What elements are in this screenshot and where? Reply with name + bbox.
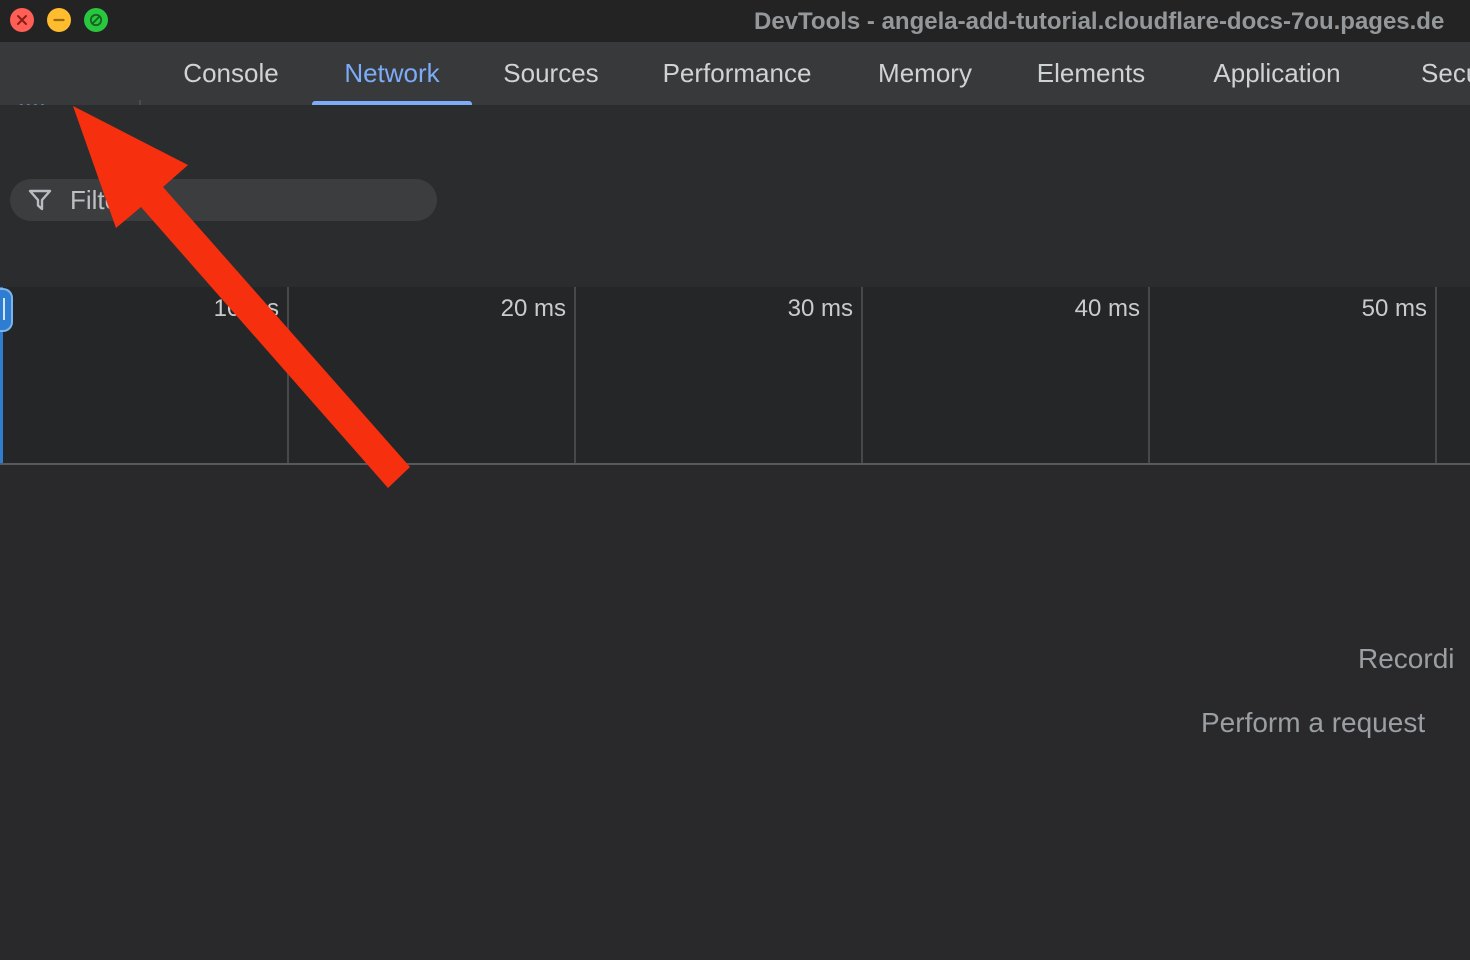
timeline-tick-label: 50 ms: [1295, 295, 1427, 323]
tab-elements[interactable]: Elements: [1008, 42, 1174, 105]
window-titlebar: DevTools - angela-add-tutorial.cloudflar…: [0, 0, 1470, 43]
devtools-tabbar: Console Network Sources Performance Memo…: [0, 42, 1470, 105]
tab-memory[interactable]: Memory: [850, 42, 1000, 105]
overview-window-resize-handle[interactable]: [0, 288, 13, 332]
recording-hint-text: Recordi: [1358, 643, 1454, 675]
timeline-tick-label: 40 ms: [1008, 295, 1140, 323]
network-filter-bar: Invert Hide data URLs Hide extension URL…: [0, 172, 1470, 229]
network-toolbar: Preserve log Disable cache No throttling: [0, 105, 1470, 173]
filter-input-pill[interactable]: [10, 179, 437, 221]
timeline-tick-label: 20 ms: [434, 295, 566, 323]
perform-request-hint-text: Perform a request: [1201, 707, 1425, 739]
minimize-window-button[interactable]: [47, 8, 71, 32]
network-requests-panel: Recordi Perform a request: [0, 465, 1470, 960]
close-icon: [14, 12, 30, 28]
timeline-gridline: [1148, 287, 1150, 463]
zoom-window-button[interactable]: [84, 8, 108, 32]
tab-security[interactable]: Security: [1386, 42, 1470, 105]
timeline-tick-label: 10 ms: [147, 295, 279, 323]
network-overview-timeline[interactable]: 10 ms 20 ms 30 ms 40 ms 50 ms: [0, 287, 1470, 465]
tab-network[interactable]: Network: [312, 42, 472, 105]
request-filters-row: Blocked requests 3rd-party requests: [0, 229, 1470, 288]
filter-input[interactable]: [68, 184, 402, 217]
window-title: DevTools - angela-add-tutorial.cloudflar…: [754, 8, 1444, 36]
tab-application[interactable]: Application: [1182, 42, 1372, 105]
filter-funnel-outline-icon: [28, 188, 52, 212]
timeline-gridline: [287, 287, 289, 463]
minimize-icon: [51, 12, 67, 28]
timeline-gridline: [1435, 287, 1437, 463]
close-window-button[interactable]: [10, 8, 34, 32]
tab-sources[interactable]: Sources: [480, 42, 622, 105]
timeline-gridline: [861, 287, 863, 463]
timeline-gridline: [574, 287, 576, 463]
timeline-tick-label: 30 ms: [721, 295, 853, 323]
zoom-disabled-icon: [88, 12, 104, 28]
tab-performance[interactable]: Performance: [630, 42, 844, 105]
tab-console[interactable]: Console: [158, 42, 304, 105]
